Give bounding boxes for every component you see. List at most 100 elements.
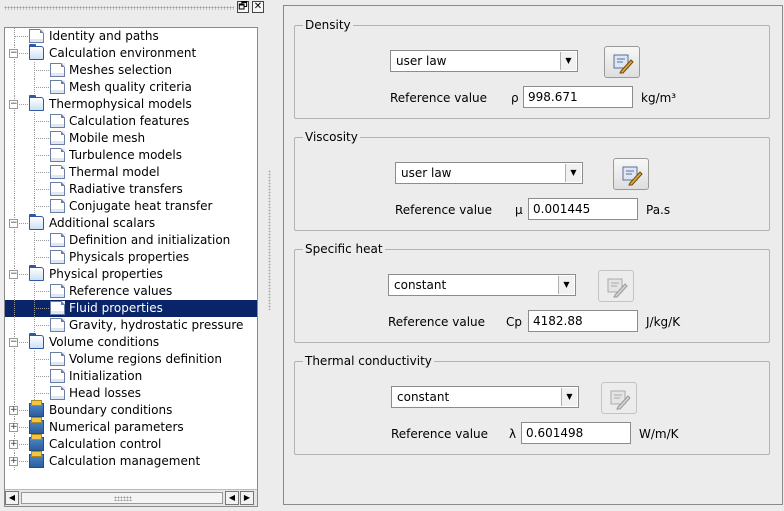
collapse-icon[interactable]: −	[9, 100, 18, 109]
tree-item-head-losses[interactable]: Head losses	[5, 385, 257, 402]
density-unit: kg/m³	[641, 91, 677, 105]
viscosity-title: Viscosity	[303, 129, 360, 145]
page-icon	[50, 284, 65, 298]
tree-item-label: Volume regions definition	[69, 352, 222, 366]
tree-item-label: Physical properties	[49, 267, 163, 281]
tree-item-meshes-selection[interactable]: Meshes selection	[5, 62, 257, 79]
tree-connector	[14, 147, 15, 164]
viscosity-value: 0.001445	[533, 202, 591, 216]
specific-heat-value: 4182.88	[533, 314, 583, 328]
tree-item-gravity-hydrostatic-pressure[interactable]: Gravity, hydrostatic pressure	[5, 317, 257, 334]
thermal-conductivity-unit: W/m/K	[639, 427, 679, 441]
tree-item-identity-and-paths[interactable]: Identity and paths	[5, 28, 257, 45]
tree-item-label: Calculation management	[49, 454, 201, 468]
tree-connector	[14, 36, 28, 37]
thermal-conductivity-edit-button[interactable]	[601, 382, 637, 414]
chevron-down-icon: ▼	[565, 164, 581, 182]
thermal-conductivity-title: Thermal conductivity	[303, 353, 434, 369]
viscosity-ref-label: Reference value	[395, 203, 493, 217]
tree-item-label: Mobile mesh	[69, 131, 146, 145]
float-button[interactable]: 🗗	[237, 1, 249, 13]
tree-item-label: Head losses	[69, 386, 142, 400]
tree-connector	[14, 62, 15, 79]
density-group: Density user law ▼ Reference value ρ 998…	[294, 17, 770, 119]
tree-item-turbulence-models[interactable]: Turbulence models	[5, 147, 257, 164]
tree-item-thermal-model[interactable]: Thermal model	[5, 164, 257, 181]
tree-item-label: Mesh quality criteria	[69, 80, 192, 94]
navigation-tree[interactable]: Identity and paths − Calculation environme…	[4, 27, 258, 507]
density-edit-button[interactable]	[604, 46, 640, 78]
density-law-select[interactable]: user law ▼	[390, 50, 578, 72]
tree-item-thermophysical-models[interactable]: − Thermophysical models	[5, 95, 257, 113]
page-icon	[50, 369, 65, 383]
tree-item-initialization[interactable]: Initialization	[5, 368, 257, 385]
tree-connector	[34, 317, 35, 334]
tree-item-volume-conditions[interactable]: − Volume conditions	[5, 333, 257, 351]
tree-connector	[34, 240, 49, 241]
thermal-conductivity-law-select[interactable]: constant ▼	[391, 386, 579, 408]
expand-icon[interactable]: +	[9, 406, 18, 415]
tree-item-boundary-conditions[interactable]: + Boundary conditions	[5, 400, 257, 419]
expand-icon[interactable]: +	[9, 423, 18, 432]
tree-item-additional-scalars[interactable]: − Additional scalars	[5, 214, 257, 232]
tree-item-calculation-features[interactable]: Calculation features	[5, 113, 257, 130]
tree-item-volume-regions-definition[interactable]: Volume regions definition	[5, 351, 257, 368]
scroll-right-button[interactable]: ▶	[240, 491, 254, 505]
splitter-handle[interactable]	[268, 170, 271, 310]
tree-connector	[34, 70, 49, 71]
close-button[interactable]: ✕	[252, 1, 264, 13]
tree-connector	[34, 138, 49, 139]
page-icon	[50, 386, 65, 400]
tree-connector	[34, 147, 35, 164]
tree-connector	[14, 351, 15, 368]
density-value-field[interactable]: 998.671	[523, 86, 633, 108]
tree-item-label: Conjugate heat transfer	[69, 199, 213, 213]
tree-connector	[34, 181, 35, 198]
dock-grip[interactable]	[4, 6, 234, 10]
expand-icon[interactable]: +	[9, 457, 18, 466]
tree-item-mobile-mesh[interactable]: Mobile mesh	[5, 130, 257, 147]
tree-item-mesh-quality-criteria[interactable]: Mesh quality criteria	[5, 79, 257, 96]
tree-item-reference-values[interactable]: Reference values	[5, 283, 257, 300]
fluid-properties-panel: Density user law ▼ Reference value ρ 998…	[283, 5, 783, 505]
tree-item-radiative-transfers[interactable]: Radiative transfers	[5, 181, 257, 198]
tree-item-conjugate-heat-transfer[interactable]: Conjugate heat transfer	[5, 198, 257, 215]
viscosity-edit-button[interactable]	[613, 158, 649, 190]
horizontal-scrollbar[interactable]: ◀ ◀ ▶	[5, 489, 257, 506]
tree-item-fluid-properties[interactable]: Fluid properties	[5, 300, 257, 317]
tree-connector	[34, 155, 49, 156]
tree-item-calculation-management[interactable]: + Calculation management	[5, 451, 257, 470]
tree-connector	[34, 189, 49, 190]
tree-item-numerical-parameters[interactable]: + Numerical parameters	[5, 417, 257, 436]
folder-open-icon	[29, 265, 44, 281]
collapse-icon[interactable]: −	[9, 270, 18, 279]
scroll-left-button-2[interactable]: ◀	[225, 491, 239, 505]
scroll-thumb[interactable]	[21, 492, 223, 504]
tree-item-calculation-environment[interactable]: − Calculation environment	[5, 44, 257, 62]
collapse-icon[interactable]: −	[9, 49, 18, 58]
tree-item-physicals-properties[interactable]: Physicals properties	[5, 249, 257, 266]
tree-connector	[34, 308, 49, 309]
tree-connector	[14, 300, 15, 317]
specific-heat-law-select[interactable]: constant ▼	[388, 274, 576, 296]
viscosity-value-field[interactable]: 0.001445	[528, 198, 638, 220]
collapse-icon[interactable]: −	[9, 219, 18, 228]
tree-item-physical-properties[interactable]: − Physical properties	[5, 265, 257, 283]
collapse-icon[interactable]: −	[9, 338, 18, 347]
tree-item-label: Calculation environment	[49, 46, 197, 60]
expand-icon[interactable]: +	[9, 440, 18, 449]
tree-item-definition-and-initialization[interactable]: Definition and initialization	[5, 232, 257, 249]
viscosity-law-value: user law	[401, 166, 452, 180]
tree-connector	[34, 300, 35, 317]
tree-item-calculation-control[interactable]: + Calculation control	[5, 434, 257, 453]
tree-connector	[14, 385, 15, 402]
tree-connector	[14, 28, 15, 45]
tree-connector	[14, 283, 15, 300]
viscosity-law-select[interactable]: user law ▼	[395, 162, 583, 184]
specific-heat-edit-button[interactable]	[598, 270, 634, 302]
specific-heat-value-field[interactable]: 4182.88	[528, 310, 638, 332]
tree-item-label: Thermophysical models	[49, 97, 192, 111]
scroll-left-button[interactable]: ◀	[5, 491, 19, 505]
thermal-conductivity-value-field[interactable]: 0.601498	[521, 422, 631, 444]
viscosity-unit: Pa.s	[646, 203, 671, 217]
